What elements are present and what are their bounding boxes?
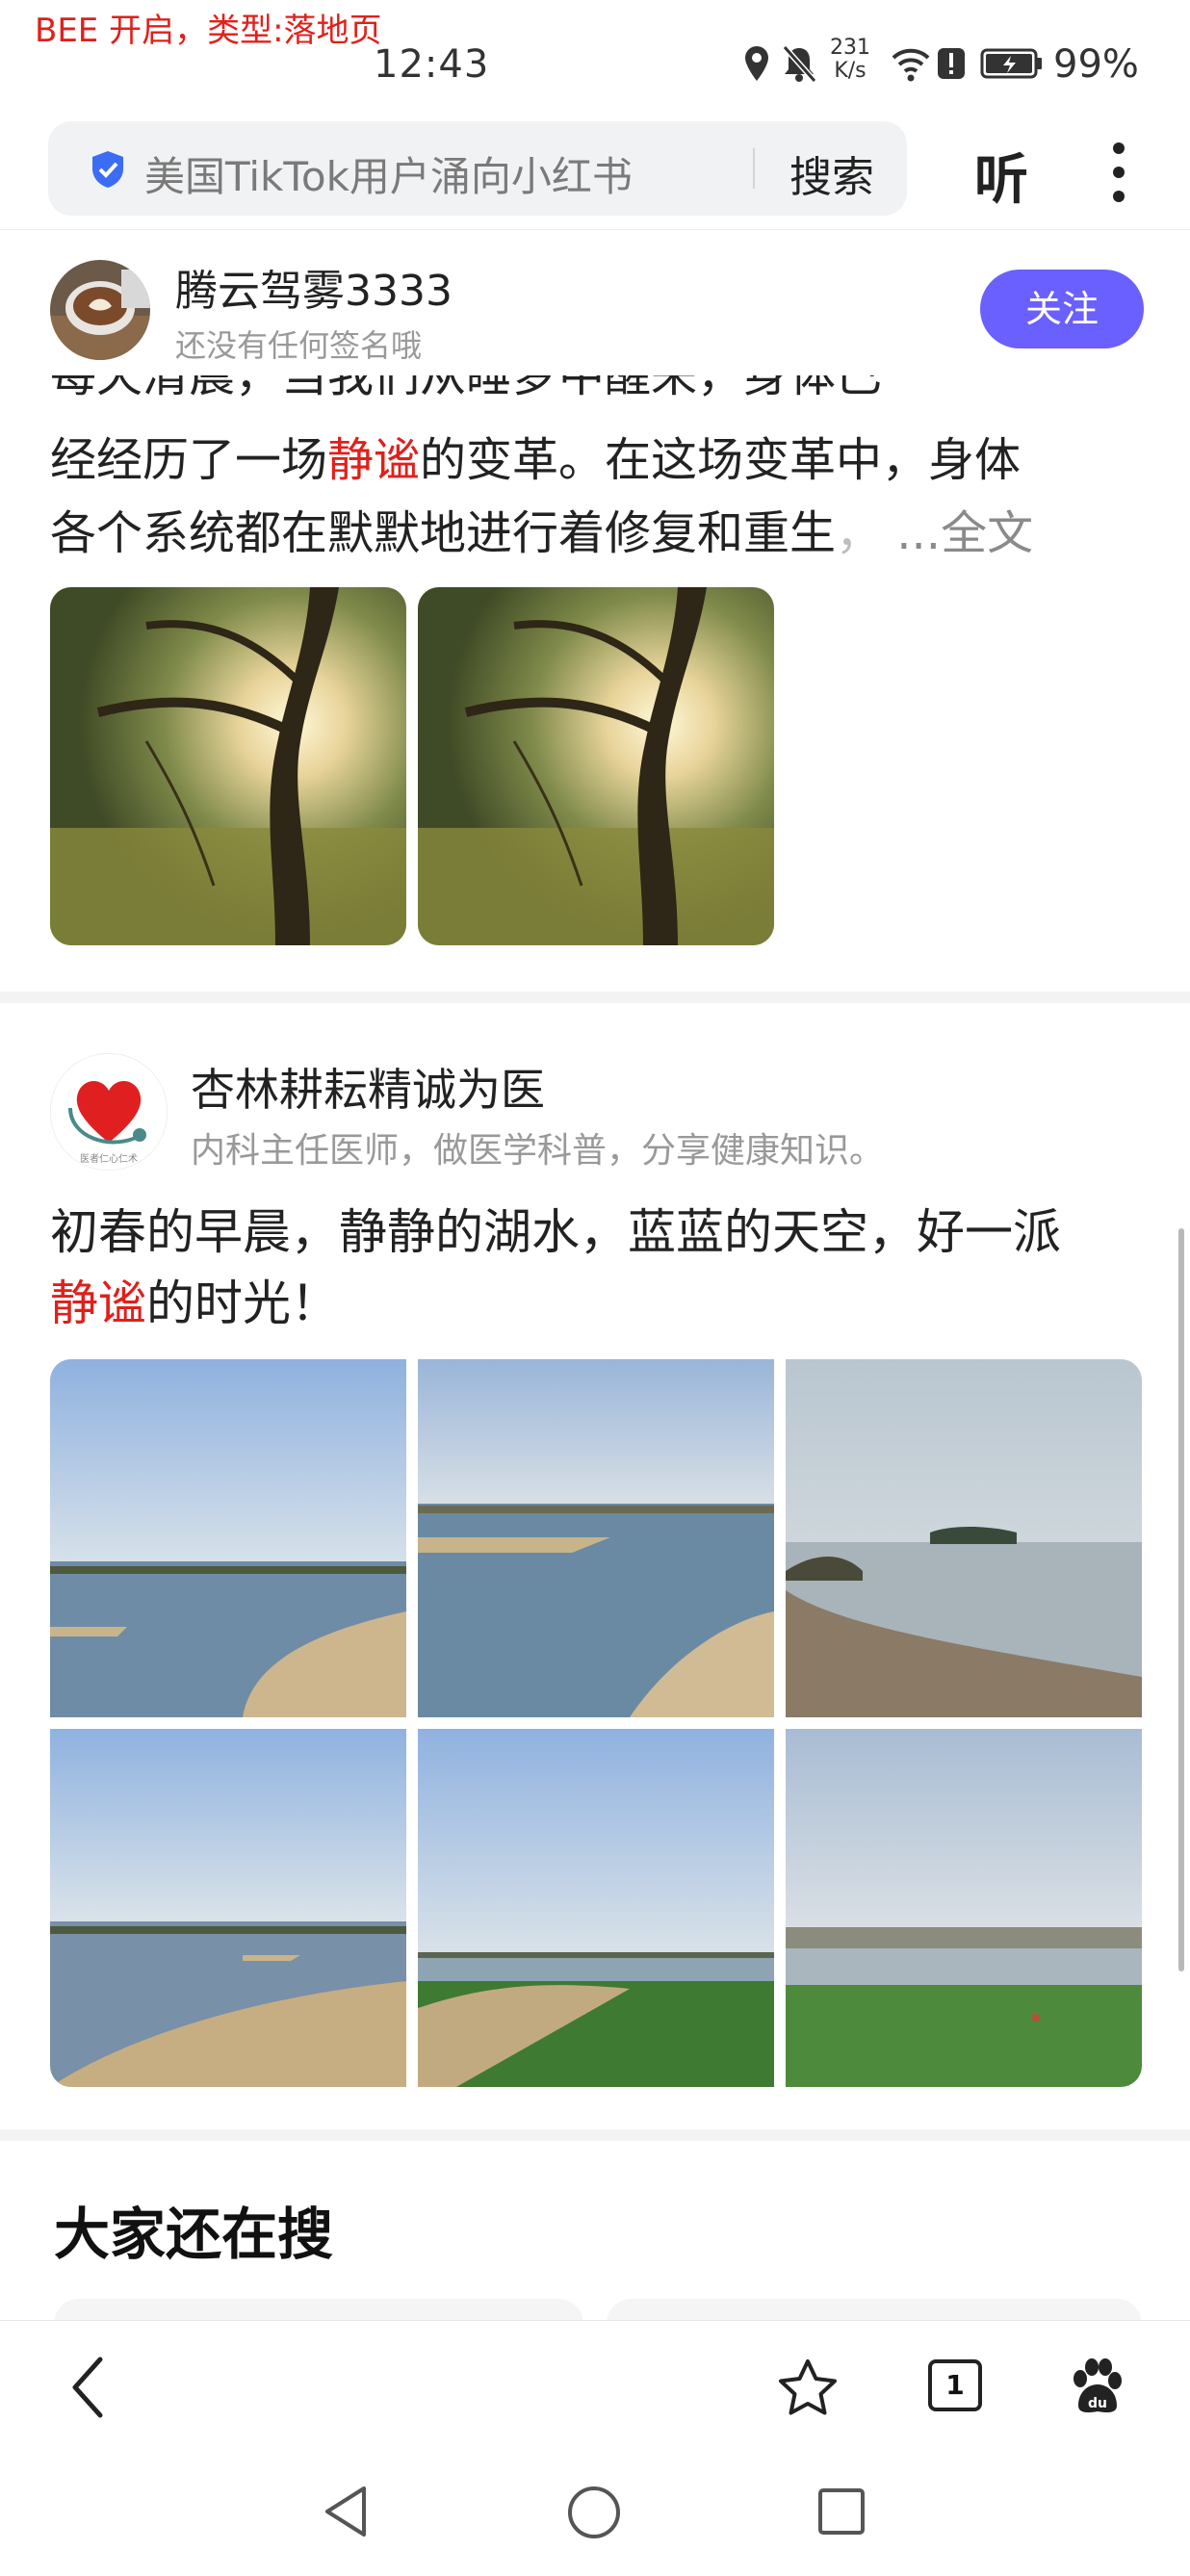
- post-text-segment: 经经历了一场: [50, 433, 328, 487]
- status-bar: BEE 开启，类型:落地页 12:43 231 K/s 99%: [0, 0, 1190, 114]
- post-image[interactable]: [786, 1729, 1142, 2087]
- search-button[interactable]: 搜索: [789, 142, 874, 204]
- post-author-signature: 内科主任医师，做医学科普，分享健康知识。: [191, 1131, 885, 1171]
- search-divider: [753, 148, 755, 189]
- system-home-icon[interactable]: [566, 2485, 622, 2540]
- search-query[interactable]: 美国TikTok用户涌向小红书: [144, 144, 633, 203]
- search-header: 美国TikTok用户涌向小红书 搜索 听: [0, 114, 1190, 230]
- avatar-caption: 医者仁心仁术: [80, 1153, 138, 1165]
- alert-icon: [938, 48, 965, 79]
- svg-text:du: du: [1088, 2396, 1107, 2411]
- post-image[interactable]: [50, 587, 406, 945]
- network-speed-value: 231: [830, 36, 870, 60]
- listen-button[interactable]: 听: [974, 137, 1028, 215]
- shield-check-icon: [92, 151, 123, 188]
- scrollbar[interactable]: [1178, 1228, 1184, 1971]
- post-image[interactable]: [50, 1359, 406, 1717]
- post-author-signature: 还没有任何签名哦: [175, 327, 423, 364]
- post-author-name[interactable]: 杏林耕耘精诚为医: [191, 1055, 545, 1119]
- keyword-highlight: 静谧: [327, 433, 421, 487]
- post-image[interactable]: [418, 1359, 774, 1717]
- post-image[interactable]: [786, 1359, 1142, 1717]
- back-arrow-icon[interactable]: [69, 2356, 108, 2419]
- post-text-line: 各个系统都在默默地进行着修复和重生， ...全文: [50, 495, 1033, 562]
- keyword-highlight: 静谧: [50, 1275, 146, 1331]
- tabs-count-button[interactable]: 1: [928, 2359, 982, 2411]
- system-back-icon[interactable]: [322, 2485, 370, 2538]
- location-icon: [745, 46, 768, 81]
- post-text-clipped-line: 每天清晨，当我们从睡梦中醒来，身体已: [50, 375, 882, 400]
- post-text-faded: ，: [836, 506, 883, 560]
- feed-divider: [0, 992, 1190, 1003]
- system-recents-icon[interactable]: [816, 2486, 867, 2537]
- wifi-icon: [892, 48, 930, 82]
- post-image[interactable]: [418, 587, 774, 945]
- baidu-paw-icon[interactable]: du: [1067, 2357, 1126, 2417]
- expand-full-text-link[interactable]: ...全文: [882, 506, 1033, 560]
- post-text-clipped: 每天清晨，当我们从睡梦中醒来，身体已: [50, 375, 882, 400]
- section-title: 大家还在搜: [54, 2202, 334, 2267]
- star-favorite-icon[interactable]: [776, 2357, 840, 2417]
- avatar[interactable]: [50, 260, 150, 360]
- feed-divider: [0, 2129, 1190, 2141]
- post-text-segment: 各个系统都在默默地进行着修复和重生: [50, 506, 837, 560]
- post-image[interactable]: [50, 1729, 406, 2087]
- debug-label: BEE 开启，类型:落地页: [35, 12, 382, 50]
- post-text-line: 静谧的时光！: [50, 1265, 339, 1334]
- network-speed-unit: K/s: [834, 59, 867, 83]
- post-text-segment: 的时光！: [146, 1275, 339, 1331]
- search-box[interactable]: 美国TikTok用户涌向小红书 搜索: [48, 121, 907, 216]
- browser-toolbar: 1 du: [0, 2320, 1190, 2451]
- post-author-name[interactable]: 腾云驾雾3333: [175, 256, 453, 318]
- battery-icon: [980, 48, 1042, 79]
- more-menu-icon[interactable]: [1107, 137, 1130, 208]
- post-image[interactable]: [418, 1729, 774, 2087]
- follow-button[interactable]: 关注: [980, 270, 1144, 348]
- post-text-segment: 的变革。在这场变革中，身体: [420, 433, 1022, 487]
- avatar[interactable]: 医者仁心仁术: [50, 1053, 168, 1171]
- post-text-line: 初春的早晨，静静的湖水，蓝蓝的天空，好一派: [50, 1204, 1061, 1260]
- post-card[interactable]: 腾云驾雾3333 还没有任何签名哦 关注 每天清晨，当我们从睡梦中醒来，身体已 …: [0, 231, 1190, 992]
- status-clock: 12:43: [374, 42, 490, 87]
- post-text-line: 经经历了一场静谧的变革。在这场变革中，身体: [50, 422, 1021, 489]
- network-speed: 231 K/s: [830, 37, 870, 83]
- mute-bell-icon: [782, 45, 817, 83]
- system-navigation-bar: [0, 2450, 1190, 2576]
- battery-percent: 99%: [1053, 42, 1139, 87]
